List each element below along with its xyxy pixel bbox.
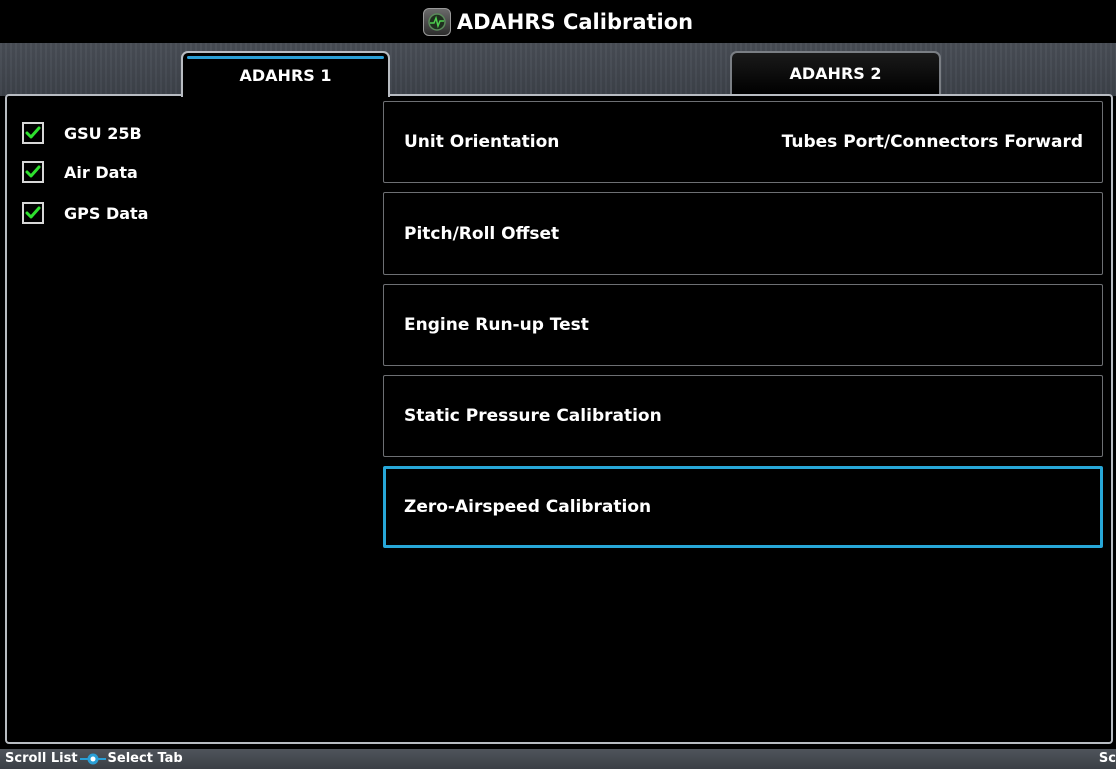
softkey-bar: Scroll List Select Tab Sc (0, 749, 1116, 769)
tab-label: ADAHRS 1 (239, 65, 332, 85)
checkbox (22, 202, 44, 224)
status-label: GSU 25B (64, 123, 142, 143)
status-item-air-data: Air Data (22, 160, 138, 184)
softkey-hint-right: Sc (1098, 751, 1116, 766)
tab-strip (0, 43, 1116, 96)
row-static-pressure-calibration[interactable]: Static Pressure Calibration (383, 375, 1103, 457)
checkmark-icon (25, 165, 41, 178)
title-bar: ADAHRS Calibration (0, 0, 1116, 43)
row-label: Pitch/Roll Offset (404, 223, 560, 244)
row-unit-orientation[interactable]: Unit Orientation Tubes Port/Connectors F… (383, 101, 1103, 183)
status-label: Air Data (64, 162, 138, 182)
tab-adahrs-2[interactable]: ADAHRS 2 (730, 51, 941, 94)
row-zero-airspeed-calibration[interactable]: Zero-Airspeed Calibration (383, 466, 1103, 548)
status-item-gps-data: GPS Data (22, 201, 148, 225)
adahrs-app-icon (422, 7, 451, 36)
row-label: Zero-Airspeed Calibration (404, 497, 652, 517)
row-label: Unit Orientation (404, 132, 560, 152)
row-pitch-roll-offset[interactable]: Pitch/Roll Offset (383, 192, 1103, 275)
row-label: Engine Run-up Test (404, 315, 589, 335)
knob-icon (79, 752, 106, 766)
checkbox (22, 122, 44, 144)
scroll-list-hint: Scroll List (5, 751, 78, 766)
checkmark-icon (25, 126, 41, 139)
softkey-hint: Scroll List Select Tab (5, 751, 183, 766)
status-item-gsu-25b: GSU 25B (22, 121, 142, 145)
tab-label: ADAHRS 2 (789, 64, 882, 83)
tab-adahrs-1[interactable]: ADAHRS 1 (181, 51, 390, 97)
checkmark-icon (25, 206, 41, 219)
row-label: Static Pressure Calibration (404, 406, 662, 426)
row-engine-run-up-test[interactable]: Engine Run-up Test (383, 284, 1103, 366)
checkbox (22, 161, 44, 183)
select-tab-hint: Select Tab (107, 751, 183, 766)
page-title: ADAHRS Calibration (456, 9, 694, 34)
status-label: GPS Data (64, 203, 149, 223)
row-value: Tubes Port/Connectors Forward (781, 132, 1083, 152)
